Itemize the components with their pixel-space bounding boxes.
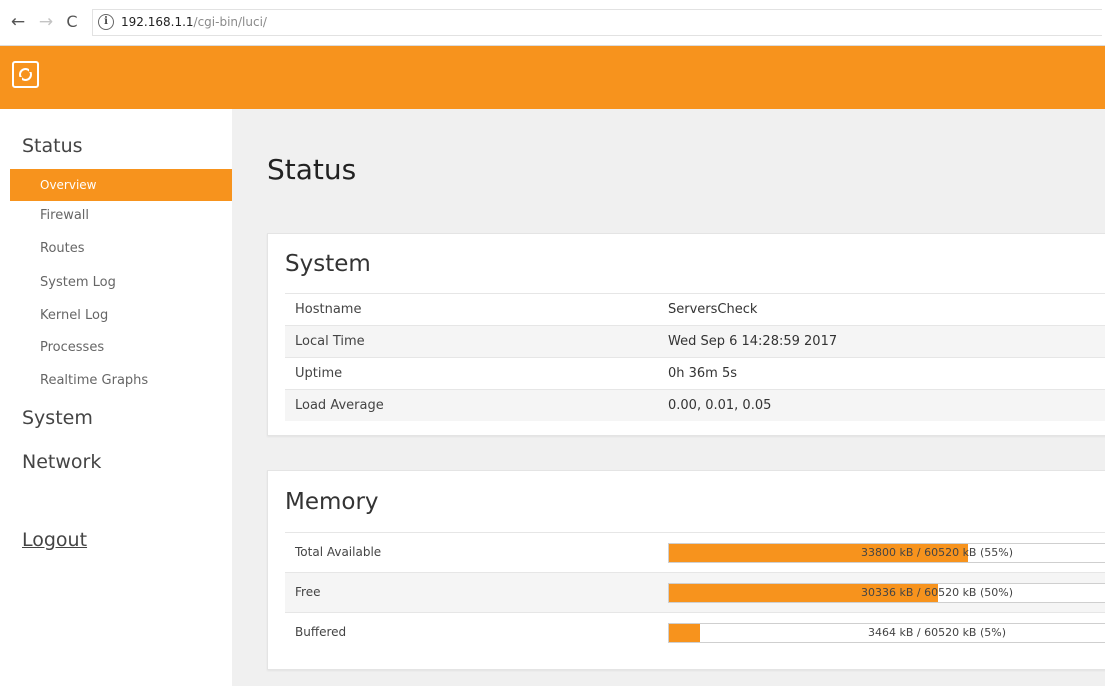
memory-progress-text: 33800 kB / 60520 kB (55%): [860, 546, 1014, 559]
sidebar: Status Overview Firewall Routes System L…: [0, 109, 232, 686]
system-panel: System Hostname ServersCheck Local Time …: [267, 233, 1105, 436]
memory-row: Free 30336 kB / 60520 kB (50%): [285, 572, 1105, 612]
sidebar-item-overview[interactable]: Overview: [10, 169, 232, 201]
memory-progress-text: 3464 kB / 60520 kB (5%): [867, 626, 1007, 639]
row-value: ServersCheck: [668, 302, 758, 317]
memory-row: Buffered 3464 kB / 60520 kB (5%): [285, 612, 1105, 652]
row-label: Uptime: [295, 366, 343, 381]
brand-logo-icon[interactable]: [12, 61, 39, 88]
table-row: Local Time Wed Sep 6 14:28:59 2017: [285, 325, 1105, 357]
sidebar-section-status[interactable]: Status: [22, 135, 83, 157]
sidebar-item-realtime-graphs[interactable]: Realtime Graphs: [40, 373, 148, 388]
table-row: Load Average 0.00, 0.01, 0.05: [285, 389, 1105, 421]
sidebar-item-kernel-log[interactable]: Kernel Log: [40, 308, 108, 323]
memory-panel: Memory Total Available 33800 kB / 60520 …: [267, 470, 1105, 670]
row-label: Total Available: [295, 545, 382, 559]
sidebar-item-processes[interactable]: Processes: [40, 340, 104, 355]
sidebar-section-network[interactable]: Network: [22, 451, 101, 473]
memory-row: Total Available 33800 kB / 60520 kB (55%…: [285, 532, 1105, 572]
reload-icon[interactable]: C: [62, 12, 82, 32]
app-header: [0, 46, 1105, 109]
memory-progress-bar: 3464 kB / 60520 kB (5%): [668, 623, 1105, 643]
back-arrow-icon[interactable]: ←: [8, 12, 28, 32]
row-value: 0h 36m 5s: [668, 366, 738, 381]
row-label: Local Time: [295, 334, 365, 349]
sidebar-item-label: Overview: [40, 178, 97, 192]
row-value: 0.00, 0.01, 0.05: [668, 398, 772, 413]
memory-panel-title: Memory: [285, 489, 379, 515]
sidebar-item-system-log[interactable]: System Log: [40, 275, 116, 290]
sidebar-item-firewall[interactable]: Firewall: [40, 208, 89, 223]
table-row: Hostname ServersCheck: [285, 293, 1105, 325]
row-label: Free: [295, 585, 321, 599]
url-path: /cgi-bin/luci/: [193, 15, 267, 29]
row-label: Load Average: [295, 398, 384, 413]
memory-progress-bar: 33800 kB / 60520 kB (55%): [668, 543, 1105, 563]
page-title: Status: [267, 153, 357, 186]
forward-arrow-icon[interactable]: →: [36, 12, 56, 32]
memory-progress-text: 30336 kB / 60520 kB (50%): [860, 586, 1014, 599]
sidebar-item-routes[interactable]: Routes: [40, 241, 85, 256]
memory-progress-bar: 30336 kB / 60520 kB (50%): [668, 583, 1105, 603]
url-text: 192.168.1.1/cgi-bin/luci/: [121, 15, 267, 29]
system-panel-title: System: [285, 251, 371, 277]
row-label: Buffered: [295, 625, 347, 639]
url-host: 192.168.1.1: [121, 15, 194, 29]
address-bar[interactable]: i 192.168.1.1/cgi-bin/luci/: [92, 9, 1102, 36]
table-row: Uptime 0h 36m 5s: [285, 357, 1105, 389]
browser-toolbar: ← → C i 192.168.1.1/cgi-bin/luci/: [0, 0, 1105, 46]
info-icon[interactable]: i: [98, 14, 114, 30]
row-value: Wed Sep 6 14:28:59 2017: [668, 334, 838, 349]
sidebar-section-system[interactable]: System: [22, 407, 93, 429]
logout-link[interactable]: Logout: [22, 529, 87, 551]
row-label: Hostname: [295, 302, 362, 317]
